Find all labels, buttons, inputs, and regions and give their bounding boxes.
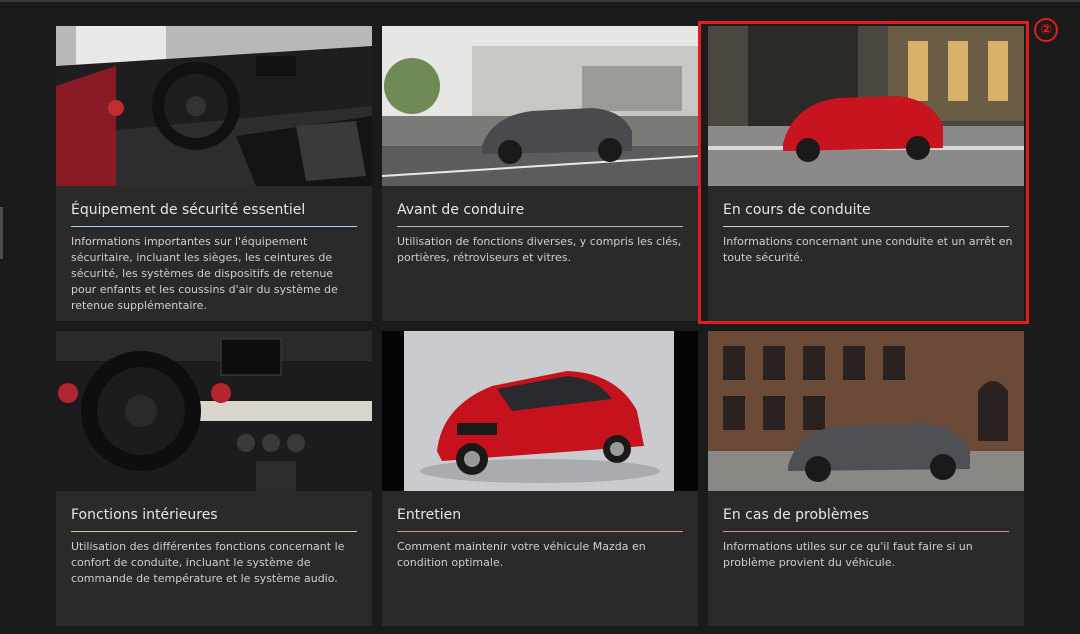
- title-underline: [723, 531, 1009, 532]
- section-description: Comment maintenir votre véhicule Mazda e…: [397, 540, 646, 569]
- section-description: Utilisation des différentes fonctions co…: [71, 540, 345, 585]
- top-divider: [0, 0, 1080, 2]
- safety-interior-image: [56, 26, 372, 186]
- problems-car-image: [708, 331, 1024, 491]
- section-title: Équipement de sécurité essentiel: [71, 202, 306, 218]
- section-card-before-driving[interactable]: Avant de conduire Utilisation de fonctio…: [382, 26, 698, 321]
- section-card-interior-features[interactable]: Fonctions intérieures Utilisation des di…: [56, 331, 372, 626]
- before-driving-image: [382, 26, 698, 186]
- section-card-problems[interactable]: En cas de problèmes Informations utiles …: [708, 331, 1024, 626]
- title-underline: [397, 531, 683, 532]
- maintenance-car-image: [382, 331, 698, 491]
- highlight-box-while-driving: [698, 21, 1029, 324]
- section-card-maintenance[interactable]: Entretien Comment maintenir votre véhicu…: [382, 331, 698, 626]
- scroll-indicator: [0, 207, 3, 259]
- section-card-safety-equipment[interactable]: Équipement de sécurité essentiel Informa…: [56, 26, 372, 321]
- section-description: Informations utiles sur ce qu'il faut fa…: [723, 540, 973, 569]
- title-underline: [397, 226, 683, 227]
- section-description: Utilisation de fonctions diverses, y com…: [397, 235, 682, 264]
- section-title: Fonctions intérieures: [71, 507, 218, 523]
- section-title: Avant de conduire: [397, 202, 525, 218]
- interior-dashboard-image: [56, 331, 372, 491]
- title-underline: [71, 531, 357, 532]
- title-underline: [71, 226, 357, 227]
- section-title: Entretien: [397, 507, 462, 523]
- section-title: En cas de problèmes: [723, 507, 869, 523]
- section-description: Informations importantes sur l'équipemen…: [71, 235, 338, 312]
- callout-number-marker: ②: [1034, 18, 1058, 42]
